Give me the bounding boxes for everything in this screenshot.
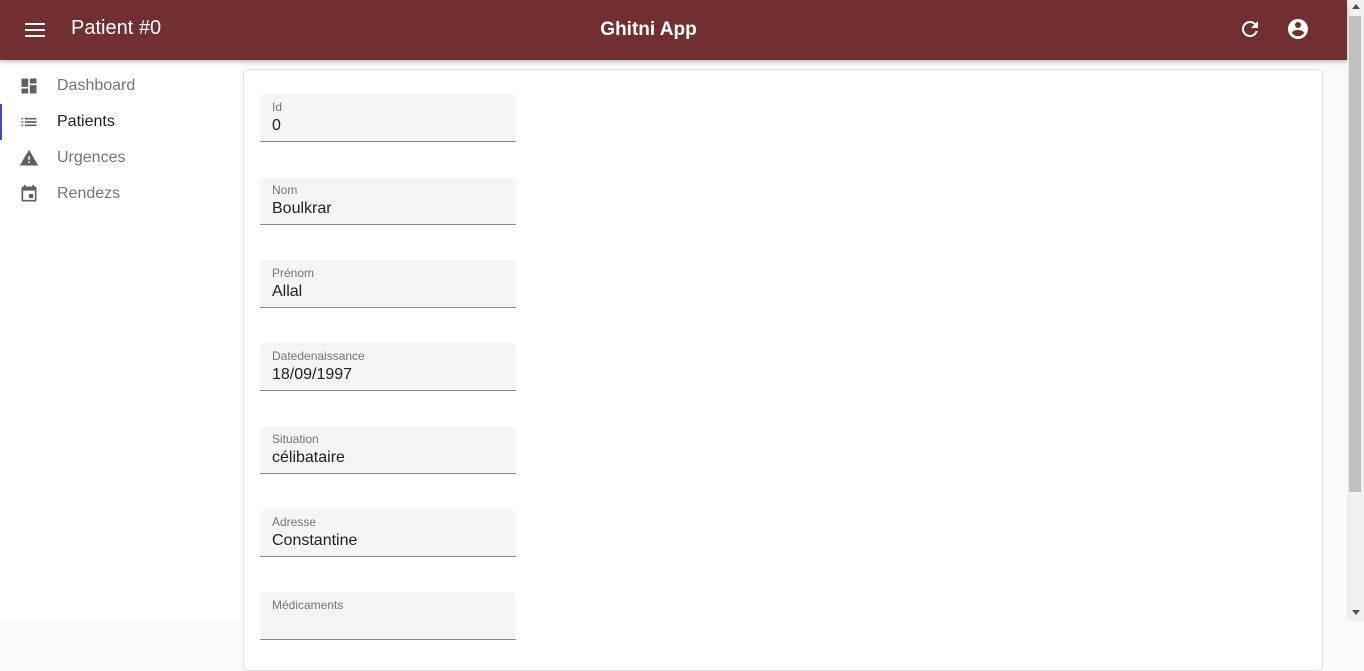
patient-form-card: Id 0 Nom Boulkrar Prénom Allal Datedenai…: [243, 69, 1323, 671]
field-label: Adresse: [272, 515, 317, 529]
field-label: Situation: [272, 432, 319, 446]
scroll-thumb[interactable]: [1349, 16, 1361, 492]
field-label: Datedenaissance: [272, 349, 365, 363]
sidebar-item-label: Rendezs: [57, 185, 121, 202]
scroll-up-arrow-icon[interactable]: [1352, 4, 1360, 9]
sidebar-item-label: Dashboard: [57, 77, 136, 94]
app-bar: Patient #0 Ghitni App: [0, 0, 1347, 60]
account-circle-icon[interactable]: [1286, 17, 1310, 41]
adresse-field[interactable]: Adresse Constantine: [260, 509, 516, 557]
field-value: Allal: [272, 283, 303, 300]
sidebar-item-dashboard[interactable]: Dashboard: [0, 68, 240, 104]
field-label: Nom: [272, 183, 298, 197]
sidebar-item-patients[interactable]: Patients: [0, 104, 240, 140]
scroll-down-arrow-icon[interactable]: [1352, 610, 1360, 615]
refresh-icon[interactable]: [1238, 17, 1262, 41]
page-scrollbar[interactable]: [1347, 0, 1364, 621]
date-de-naissance-field[interactable]: Datedenaissance 18/09/1997: [260, 343, 516, 391]
warning-icon: [19, 147, 39, 169]
field-value: célibataire: [272, 449, 345, 466]
id-field[interactable]: Id 0: [260, 94, 516, 142]
sidebar-item-label: Patients: [57, 113, 115, 130]
dashboard-icon: [19, 75, 39, 97]
nom-field[interactable]: Nom Boulkrar: [260, 177, 516, 225]
sidebar: Dashboard Patients Urgences Rendezs: [0, 60, 240, 621]
field-label: Id: [272, 100, 283, 114]
field-value: Boulkrar: [272, 200, 332, 217]
calendar-icon: [19, 183, 39, 205]
sidebar-item-label: Urgences: [57, 149, 126, 166]
field-value: Constantine: [272, 532, 358, 549]
app-title: Ghitni App: [600, 19, 697, 40]
situation-field[interactable]: Situation célibataire: [260, 426, 516, 474]
prenom-field[interactable]: Prénom Allal: [260, 260, 516, 308]
list-icon: [19, 111, 39, 133]
field-label: Prénom: [272, 266, 315, 280]
field-label: Médicaments: [272, 598, 344, 612]
sidebar-item-urgences[interactable]: Urgences: [0, 140, 240, 176]
sidebar-item-rendezs[interactable]: Rendezs: [0, 176, 240, 212]
medicaments-field[interactable]: Médicaments: [260, 592, 516, 640]
field-value: 0: [272, 117, 281, 134]
field-value: 18/09/1997: [272, 366, 353, 383]
